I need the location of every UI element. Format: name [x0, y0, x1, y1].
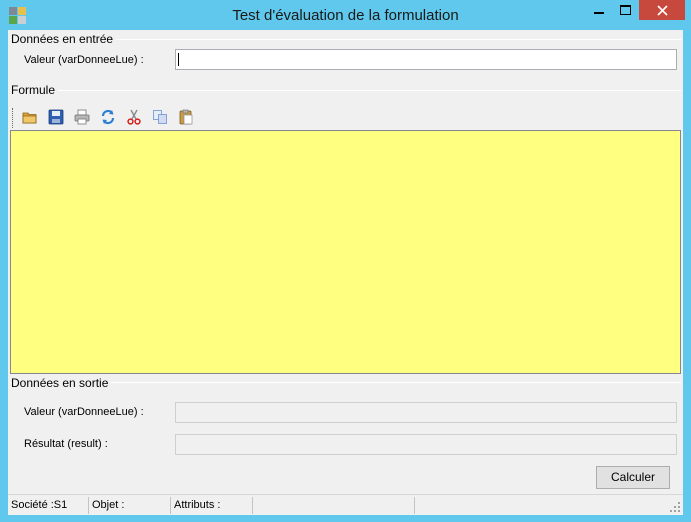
- save-icon: [48, 109, 64, 125]
- status-attributes: Attributs :: [171, 497, 253, 514]
- copy-icon: [153, 110, 167, 124]
- paste-icon: [179, 109, 193, 125]
- paste-button[interactable]: [176, 107, 196, 127]
- title-bar[interactable]: Test d'évaluation de la formulation: [0, 0, 691, 30]
- save-button[interactable]: [46, 107, 66, 127]
- status-empty-2: [415, 497, 655, 514]
- close-icon: [656, 4, 668, 16]
- output-group-title: Données en sortie: [11, 376, 112, 390]
- input-value-field[interactable]: [175, 49, 677, 70]
- maximize-button[interactable]: [612, 0, 639, 20]
- status-object: Objet :: [89, 497, 171, 514]
- status-empty-1: [253, 497, 415, 514]
- open-button[interactable]: [20, 107, 40, 127]
- status-company: Société :S1: [8, 497, 89, 514]
- input-value-label: Valeur (varDonneeLue) :: [24, 54, 144, 66]
- output-value-label: Valeur (varDonneeLue) :: [24, 406, 144, 418]
- copy-button[interactable]: [150, 107, 170, 127]
- maximize-icon: [620, 5, 631, 15]
- text-caret: [178, 53, 179, 66]
- output-value-field[interactable]: [175, 402, 677, 423]
- formula-toolbar: [12, 106, 312, 128]
- result-label: Résultat (result) :: [24, 438, 108, 450]
- formula-group-title: Formule: [11, 83, 59, 97]
- input-group-title: Données en entrée: [11, 32, 117, 46]
- formula-editor[interactable]: [10, 130, 681, 374]
- open-icon: [22, 112, 37, 124]
- status-bar: Société :S1 Objet : Attributs :: [8, 494, 683, 515]
- minimize-button[interactable]: [585, 0, 612, 20]
- calculate-button[interactable]: Calculer: [596, 466, 670, 489]
- close-button[interactable]: [639, 0, 685, 20]
- minimize-icon: [593, 12, 604, 14]
- main-window: Test d'évaluation de la formulation Donn…: [0, 0, 691, 522]
- resize-grip-icon[interactable]: [670, 502, 680, 512]
- print-icon: [74, 109, 90, 125]
- cut-button[interactable]: [124, 107, 144, 127]
- cut-icon: [127, 109, 141, 125]
- formula-group-line: [10, 90, 681, 91]
- toolbar-grip[interactable]: [12, 108, 14, 128]
- refresh-icon: [101, 109, 115, 125]
- print-button[interactable]: [72, 107, 92, 127]
- result-field[interactable]: [175, 434, 677, 455]
- refresh-button[interactable]: [98, 107, 118, 127]
- dialog-client-area: Données en entrée Valeur (varDonneeLue) …: [8, 30, 683, 515]
